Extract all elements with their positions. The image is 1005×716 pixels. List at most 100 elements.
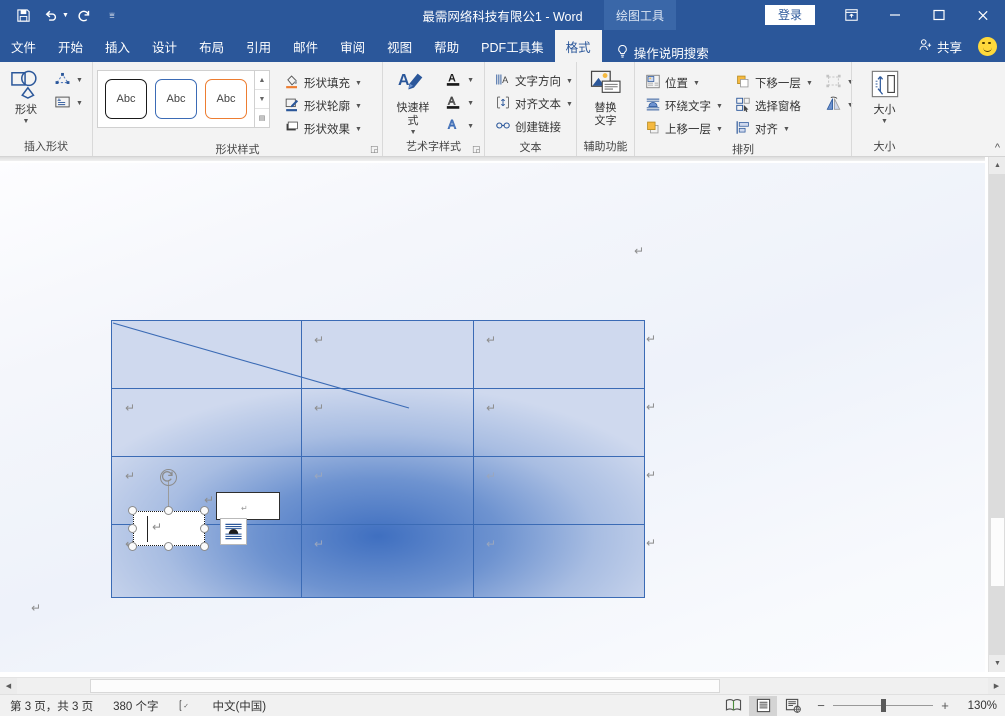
send-backward-button[interactable]: 下移一层 ▼: [731, 72, 817, 94]
share-button[interactable]: 共享: [912, 37, 968, 56]
position-button[interactable]: 位置 ▼: [641, 72, 727, 94]
scroll-down-icon[interactable]: ▼: [989, 655, 1005, 672]
tell-me-search[interactable]: 操作说明搜索: [616, 43, 709, 62]
resize-handle-ne[interactable]: [200, 506, 209, 515]
horizontal-scrollbar[interactable]: ◀ ▶: [0, 677, 1005, 694]
text-fill-dropdown-icon[interactable]: ▼: [467, 77, 474, 84]
vertical-scrollbar[interactable]: ▲ ▼: [988, 157, 1005, 672]
gallery-more-icon[interactable]: ▤: [255, 109, 269, 127]
proofing-errors-icon[interactable]: ✓: [168, 699, 202, 712]
tab-format[interactable]: 格式: [554, 30, 602, 62]
bring-forward-dropdown-icon[interactable]: ▼: [716, 126, 723, 133]
align-objects-button[interactable]: 对齐 ▼: [731, 118, 817, 140]
diagonal-line-shape[interactable]: [111, 320, 411, 410]
floating-callout-box[interactable]: ↵: [216, 492, 280, 520]
tab-view[interactable]: 视图: [376, 30, 423, 62]
resize-handle-w[interactable]: [128, 524, 137, 533]
align-text-button[interactable]: 对齐文本 ▼: [491, 93, 577, 115]
tab-file[interactable]: 文件: [0, 30, 47, 62]
tab-review[interactable]: 审阅: [329, 30, 376, 62]
web-layout-button[interactable]: [779, 696, 807, 716]
size-button[interactable]: 大小 ▼: [863, 65, 907, 127]
selection-pane-button[interactable]: 选择窗格: [731, 95, 817, 117]
page-indicator[interactable]: 第 3 页，共 3 页: [0, 698, 103, 714]
rotate-handle-icon[interactable]: [160, 469, 177, 486]
gallery-scroll-down-icon[interactable]: ▼: [255, 90, 269, 109]
text-outline-dropdown-icon[interactable]: ▼: [467, 100, 474, 107]
send-backward-dropdown-icon[interactable]: ▼: [806, 80, 813, 87]
read-mode-button[interactable]: [719, 696, 747, 716]
save-icon[interactable]: [10, 3, 36, 27]
tab-layout[interactable]: 布局: [188, 30, 235, 62]
tab-insert[interactable]: 插入: [94, 30, 141, 62]
shape-outline-button[interactable]: 形状轮廓 ▼: [280, 95, 366, 117]
sign-in-button[interactable]: 登录: [764, 5, 815, 25]
shape-style-item[interactable]: Abc: [155, 79, 197, 119]
zoom-control[interactable]: − +: [809, 698, 957, 713]
zoom-slider-thumb[interactable]: [881, 699, 886, 712]
minimize-icon[interactable]: [873, 0, 917, 30]
selected-text-box[interactable]: ↵: [133, 511, 205, 546]
document-area[interactable]: ↵ ↵ ↵ ↵ ↵ ↵ ↵ ↵ ↵ ↵ ↵ ↵ ↵ ↵ ↵ ↵ ↵ ↵ ↵: [0, 157, 1005, 672]
scroll-up-icon[interactable]: ▲: [989, 157, 1005, 174]
shapes-button[interactable]: 形状 ▼: [4, 65, 48, 127]
shape-outline-dropdown-icon[interactable]: ▼: [355, 103, 362, 110]
customize-qat-icon[interactable]: ⩸: [99, 3, 125, 27]
collapse-ribbon-icon[interactable]: ^: [995, 142, 1000, 154]
position-dropdown-icon[interactable]: ▼: [693, 80, 700, 87]
document-page[interactable]: ↵ ↵ ↵ ↵ ↵ ↵ ↵ ↵ ↵ ↵ ↵ ↵ ↵ ↵ ↵ ↵ ↵ ↵ ↵: [0, 163, 985, 672]
text-fill-button[interactable]: A ▼: [441, 69, 478, 91]
horizontal-scroll-thumb[interactable]: [90, 679, 720, 693]
shape-effects-button[interactable]: 形状效果 ▼: [280, 118, 366, 140]
text-direction-button[interactable]: A 文字方向 ▼: [491, 70, 577, 92]
vertical-scroll-thumb[interactable]: [990, 517, 1005, 587]
tab-help[interactable]: 帮助: [423, 30, 470, 62]
shape-styles-dialog-launcher-icon[interactable]: ◲: [370, 145, 379, 154]
alt-text-button[interactable]: 替换 文字: [584, 65, 628, 130]
wordart-quick-styles-dropdown-icon[interactable]: ▼: [410, 129, 417, 136]
wordart-dialog-launcher-icon[interactable]: ◲: [472, 145, 481, 154]
shape-style-item[interactable]: Abc: [205, 79, 247, 119]
zoom-out-button[interactable]: −: [815, 698, 827, 713]
resize-handle-nw[interactable]: [128, 506, 137, 515]
zoom-slider-track[interactable]: [833, 699, 933, 712]
tab-design[interactable]: 设计: [141, 30, 188, 62]
tab-references[interactable]: 引用: [235, 30, 282, 62]
language-indicator[interactable]: 中文(中国): [202, 698, 276, 714]
bring-forward-button[interactable]: 上移一层 ▼: [641, 118, 727, 140]
text-effects-button[interactable]: A ▼: [441, 115, 478, 137]
text-effects-dropdown-icon[interactable]: ▼: [467, 123, 474, 130]
wrap-text-dropdown-icon[interactable]: ▼: [716, 103, 723, 110]
wordart-quick-styles-button[interactable]: A 快速样式 ▼: [387, 65, 439, 138]
resize-handle-e[interactable]: [200, 524, 209, 533]
edit-shape-button[interactable]: ▼: [50, 69, 87, 91]
close-icon[interactable]: [961, 0, 1005, 30]
zoom-level-label[interactable]: 130%: [959, 700, 997, 712]
maximize-icon[interactable]: [917, 0, 961, 30]
draw-text-box-button[interactable]: A ▼: [50, 92, 87, 114]
tab-pdf-tools[interactable]: PDF工具集: [470, 30, 555, 62]
size-dropdown-icon[interactable]: ▼: [881, 118, 888, 125]
layout-options-icon[interactable]: [220, 518, 247, 545]
shape-fill-button[interactable]: 形状填充 ▼: [280, 72, 366, 94]
align-text-dropdown-icon[interactable]: ▼: [566, 101, 573, 108]
undo-dropdown-icon[interactable]: ▼: [62, 12, 69, 19]
resize-handle-se[interactable]: [200, 542, 209, 551]
scroll-right-icon[interactable]: ▶: [988, 678, 1005, 694]
shapes-dropdown-icon[interactable]: ▼: [23, 118, 30, 125]
scroll-left-icon[interactable]: ◀: [0, 678, 17, 694]
wrap-text-button[interactable]: 环绕文字 ▼: [641, 95, 727, 117]
gallery-scroll-up-icon[interactable]: ▲: [255, 71, 269, 90]
feedback-smiley-icon[interactable]: [978, 36, 997, 56]
redo-icon[interactable]: [71, 3, 97, 27]
tab-home[interactable]: 开始: [47, 30, 94, 62]
create-link-button[interactable]: 创建链接: [491, 116, 577, 138]
resize-handle-s[interactable]: [164, 542, 173, 551]
shape-fill-dropdown-icon[interactable]: ▼: [355, 80, 362, 87]
edit-shape-dropdown-icon[interactable]: ▼: [76, 77, 83, 84]
zoom-in-button[interactable]: +: [939, 698, 951, 713]
shape-style-item[interactable]: Abc: [105, 79, 147, 119]
text-outline-button[interactable]: A ▼: [441, 92, 478, 114]
ribbon-display-options-icon[interactable]: [829, 0, 873, 30]
undo-icon[interactable]: [38, 3, 64, 27]
